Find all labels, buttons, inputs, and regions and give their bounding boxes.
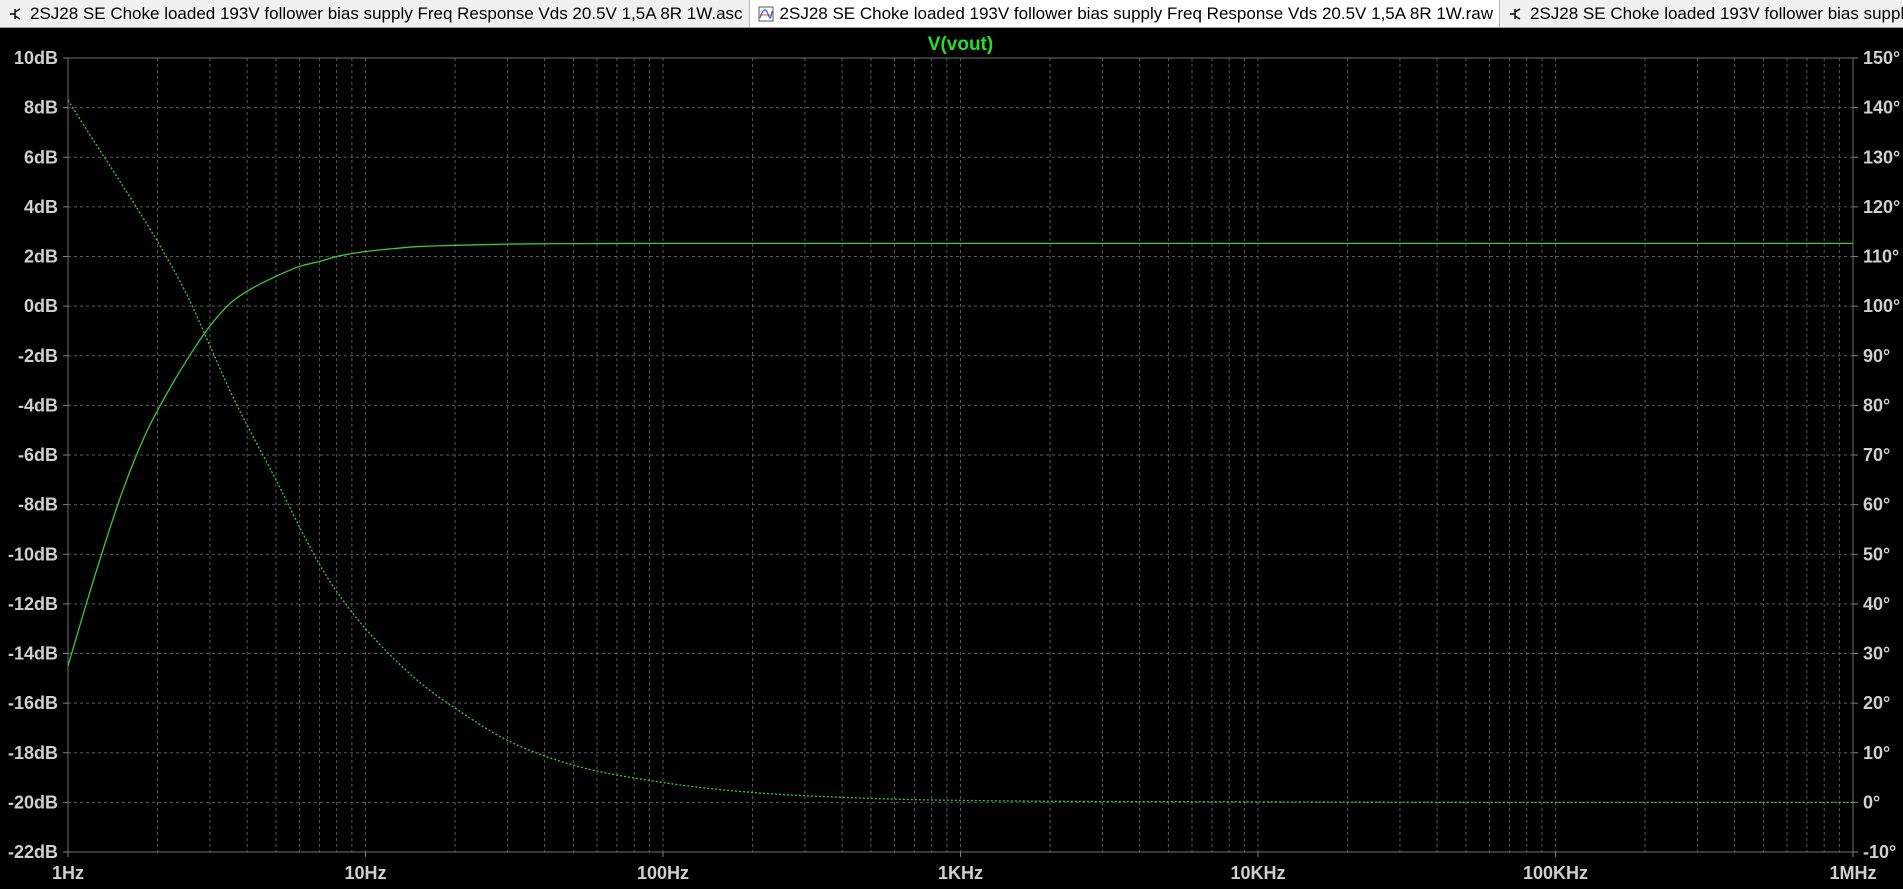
tab-label: 2SJ28 SE Choke loaded 193V follower bias… xyxy=(1530,3,1903,23)
y-tick-label: -4dB xyxy=(18,395,58,415)
y-tick-label: 4dB xyxy=(24,197,58,217)
y-tick-label: 6dB xyxy=(24,147,58,167)
waveform-icon xyxy=(758,6,774,21)
x-tick-label: 100Hz xyxy=(637,863,689,883)
y-tick-label: -10dB xyxy=(8,544,58,564)
y-right-tick-label: 0° xyxy=(1863,792,1880,812)
y-right-tick-label: 40° xyxy=(1863,594,1890,614)
y-tick-label: 2dB xyxy=(24,247,58,267)
x-tick-label: 100KHz xyxy=(1523,863,1588,883)
x-tick-label: 10Hz xyxy=(344,863,386,883)
y-tick-label: -6dB xyxy=(18,445,58,465)
y-right-tick-label: 70° xyxy=(1863,445,1890,465)
y-tick-label: -8dB xyxy=(18,495,58,515)
y-right-tick-label: 60° xyxy=(1863,495,1890,515)
y-right-tick-label: 30° xyxy=(1863,644,1890,664)
chart-title[interactable]: V(vout) xyxy=(928,34,993,55)
y-tick-label: -22dB xyxy=(8,842,58,862)
schematic-icon xyxy=(1510,7,1521,20)
y-right-tick-label: 50° xyxy=(1863,544,1890,564)
y-right-tick-label: -10° xyxy=(1863,842,1896,862)
tab-label: 2SJ28 SE Choke loaded 193V follower bias… xyxy=(779,3,1493,23)
y-right-tick-label: 80° xyxy=(1863,395,1890,415)
y-right-tick-label: 140° xyxy=(1863,98,1900,118)
y-tick-label: -2dB xyxy=(18,346,58,366)
y-tick-label: -12dB xyxy=(8,594,58,614)
y-right-tick-label: 10° xyxy=(1863,743,1890,763)
tab-waveform[interactable]: 2SJ28 SE Choke loaded 193V follower bias… xyxy=(749,0,1500,27)
y-right-tick-label: 20° xyxy=(1863,693,1890,713)
y-tick-label: -20dB xyxy=(8,792,58,812)
y-right-tick-label: 110° xyxy=(1863,247,1899,267)
y-tick-label: -16dB xyxy=(8,693,58,713)
y-tick-label: 0dB xyxy=(24,296,58,316)
y-tick-label: -14dB xyxy=(8,644,58,664)
x-tick-label: 1MHz xyxy=(1829,863,1876,883)
y-right-tick-label: 130° xyxy=(1863,147,1900,167)
tab-bar: 2SJ28 SE Choke loaded 193V follower bias… xyxy=(0,0,1903,28)
x-tick-label: 10KHz xyxy=(1230,863,1285,883)
tab-schematic-2[interactable]: 2SJ28 SE Choke loaded 193V follower bias… xyxy=(1500,0,1903,27)
y-right-tick-label: 150° xyxy=(1863,48,1900,68)
tab-label: 2SJ28 SE Choke loaded 193V follower bias… xyxy=(30,3,743,23)
y-tick-label: -18dB xyxy=(8,743,58,763)
y-tick-label: 10dB xyxy=(14,48,58,68)
y-tick-label: 8dB xyxy=(24,98,58,118)
y-right-tick-label: 100° xyxy=(1863,296,1900,316)
y-right-tick-label: 90° xyxy=(1863,346,1890,366)
plot-canvas[interactable]: V(vout) 1Hz 10Hz 100Hz 1KHz 10KHz 100KHz 1MHz … xyxy=(0,28,1903,889)
schematic-icon xyxy=(10,7,21,20)
x-tick-label: 1Hz xyxy=(52,863,84,883)
x-tick-label: 1KHz xyxy=(938,863,983,883)
y-right-tick-label: 120° xyxy=(1863,197,1900,217)
tab-schematic[interactable]: 2SJ28 SE Choke loaded 193V follower bias… xyxy=(0,0,750,27)
